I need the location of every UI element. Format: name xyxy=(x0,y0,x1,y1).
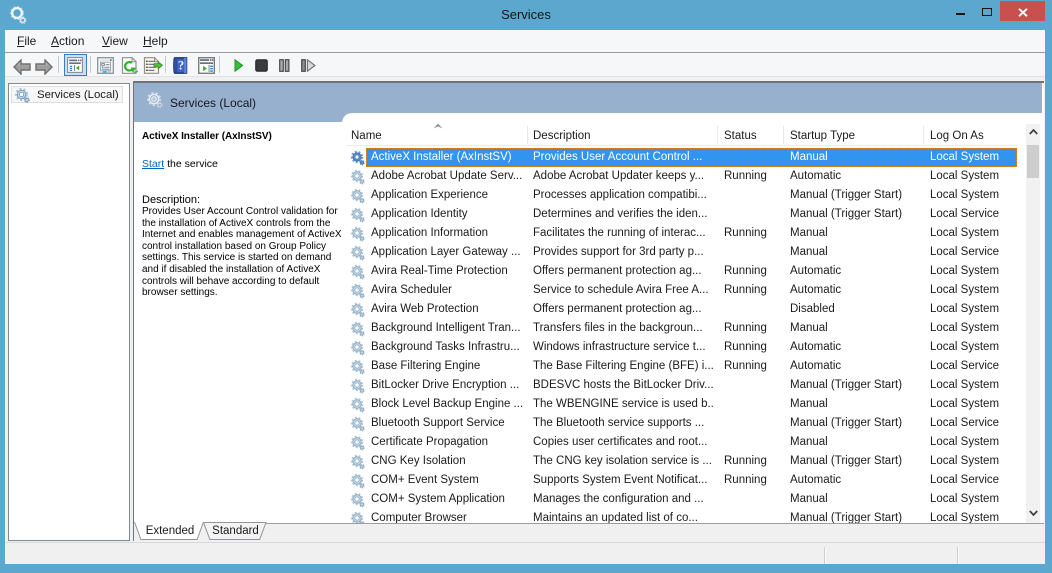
svg-text:?: ? xyxy=(178,59,184,73)
